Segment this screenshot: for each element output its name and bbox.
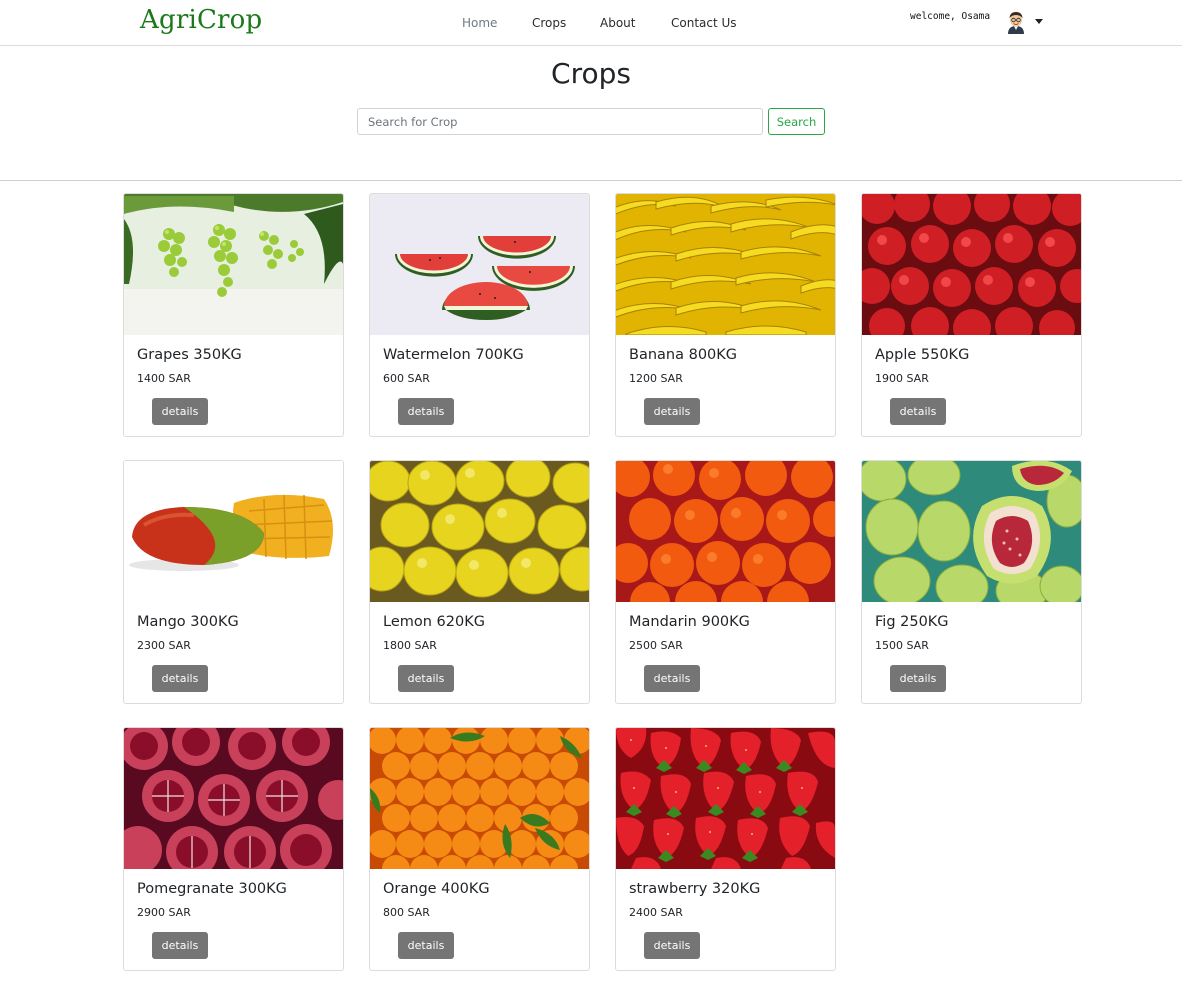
page-title: Crops — [551, 57, 631, 90]
strawberry-image — [616, 728, 835, 869]
details-button[interactable]: details — [644, 665, 700, 692]
mango-image — [124, 461, 343, 602]
brand-logo[interactable]: AgriCrop — [140, 5, 262, 35]
crop-card: Orange 400KG 800 SAR details — [369, 727, 590, 971]
crop-price: 1200 SAR — [629, 372, 683, 385]
nav-crops[interactable]: Crops — [532, 16, 566, 30]
crop-card: Fig 250KG 1500 SAR details — [861, 460, 1082, 704]
details-button[interactable]: details — [152, 665, 208, 692]
crop-card: strawberry 320KG 2400 SAR details — [615, 727, 836, 971]
crop-price: 1900 SAR — [875, 372, 929, 385]
crop-title: Watermelon 700KG — [383, 347, 524, 363]
banana-image — [616, 194, 835, 335]
crop-title: strawberry 320KG — [629, 881, 761, 897]
crop-card: Banana 800KG 1200 SAR details — [615, 193, 836, 437]
grapes-image — [124, 194, 343, 335]
pomegranate-image — [124, 728, 343, 869]
crop-title: Banana 800KG — [629, 347, 738, 363]
crop-price: 2900 SAR — [137, 906, 191, 919]
details-button[interactable]: details — [398, 398, 454, 425]
crop-price: 1800 SAR — [383, 639, 437, 652]
crop-card: Mandarin 900KG 2500 SAR details — [615, 460, 836, 704]
welcome-text: welcome, Osama — [910, 11, 991, 22]
crop-title: Orange 400KG — [383, 881, 490, 897]
details-button[interactable]: details — [152, 932, 208, 959]
crop-card: Apple 550KG 1900 SAR details — [861, 193, 1082, 437]
details-button[interactable]: details — [398, 665, 454, 692]
nav-about[interactable]: About — [600, 16, 635, 30]
crop-price: 2500 SAR — [629, 639, 683, 652]
crop-price: 2300 SAR — [137, 639, 191, 652]
orange-image — [370, 728, 589, 869]
crop-price: 2400 SAR — [629, 906, 683, 919]
details-button[interactable]: details — [152, 398, 208, 425]
crop-title: Grapes 350KG — [137, 347, 242, 363]
details-button[interactable]: details — [644, 398, 700, 425]
crop-card: Watermelon 700KG 600 SAR details — [369, 193, 590, 437]
crop-card: Grapes 350KG 1400 SAR details — [123, 193, 344, 437]
navbar: AgriCrop Home Crops About Contact Us wel… — [0, 0, 1182, 46]
caret-down-icon[interactable] — [1035, 19, 1043, 24]
crop-price: 800 SAR — [383, 906, 430, 919]
nav-home[interactable]: Home — [462, 16, 497, 30]
crop-card: Pomegranate 300KG 2900 SAR details — [123, 727, 344, 971]
crop-title: Mango 300KG — [137, 614, 239, 630]
crop-title: Mandarin 900KG — [629, 614, 750, 630]
nav-contact[interactable]: Contact Us — [671, 16, 737, 30]
fig-image — [862, 461, 1081, 602]
lemon-image — [370, 461, 589, 602]
crop-title: Lemon 620KG — [383, 614, 485, 630]
crop-price: 1500 SAR — [875, 639, 929, 652]
mandarin-image — [616, 461, 835, 602]
details-button[interactable]: details — [890, 665, 946, 692]
crop-card: Lemon 620KG 1800 SAR details — [369, 460, 590, 704]
details-button[interactable]: details — [644, 932, 700, 959]
crop-card: Mango 300KG 2300 SAR details — [123, 460, 344, 704]
search-input[interactable] — [357, 108, 763, 135]
details-button[interactable]: details — [890, 398, 946, 425]
crop-price: 600 SAR — [383, 372, 430, 385]
crop-title: Apple 550KG — [875, 347, 970, 363]
section-divider — [0, 180, 1182, 181]
crop-title: Fig 250KG — [875, 614, 949, 630]
user-avatar[interactable] — [1005, 10, 1027, 34]
search-button[interactable]: Search — [768, 108, 825, 135]
details-button[interactable]: details — [398, 932, 454, 959]
crop-title: Pomegranate 300KG — [137, 881, 287, 897]
apple-image — [862, 194, 1081, 335]
watermelon-image — [370, 194, 589, 335]
crop-price: 1400 SAR — [137, 372, 191, 385]
